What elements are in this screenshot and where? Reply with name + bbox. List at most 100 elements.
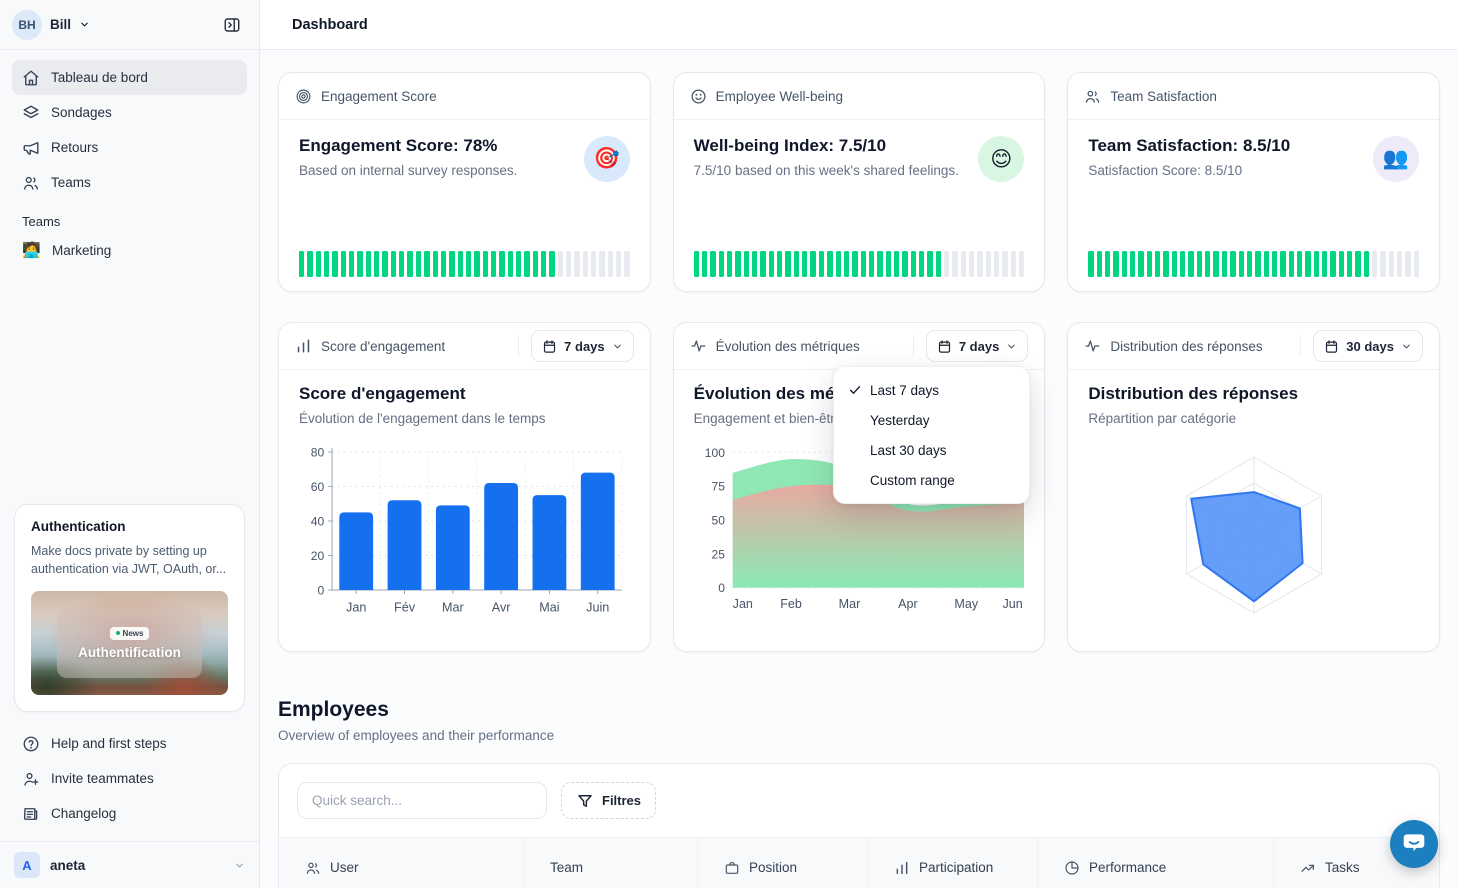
menu-item-yesterday[interactable]: Yesterday bbox=[834, 405, 1029, 435]
sidebar-item-teams[interactable]: Teams bbox=[12, 165, 247, 200]
svg-text:Avr: Avr bbox=[492, 600, 511, 614]
sidebar-item-label: Teams bbox=[51, 175, 91, 190]
sidebar: BH Bill Tableau de bord SondagesRetours Te… bbox=[0, 0, 260, 888]
column-header-user[interactable]: User bbox=[279, 838, 524, 888]
sidebar-team-marketing[interactable]: 🧑‍💻Marketing bbox=[12, 233, 247, 267]
sidebar-item-changelog[interactable]: Changelog bbox=[12, 796, 247, 831]
users-icon bbox=[1084, 88, 1101, 105]
chart-title: Distribution des réponses bbox=[1088, 384, 1419, 404]
topbar: Dashboard bbox=[260, 0, 1458, 50]
promo-card-authentication[interactable]: Authentication Make docs private by sett… bbox=[14, 504, 245, 713]
svg-text:Juin: Juin bbox=[586, 600, 609, 614]
chart-title: Score d'engagement bbox=[299, 384, 630, 404]
date-range-button[interactable]: 7 days bbox=[531, 330, 633, 362]
stat-subtitle: 7.5/10 based on this week's shared feeli… bbox=[694, 163, 959, 178]
column-header-participation[interactable]: Participation bbox=[868, 838, 1038, 888]
divider bbox=[913, 335, 914, 357]
sidebar-item-invite-teammates[interactable]: Invite teammates bbox=[12, 761, 247, 796]
workspace-avatar: A bbox=[14, 852, 40, 878]
sidebar-item-sondages[interactable]: Sondages bbox=[12, 95, 247, 130]
svg-text:Apr: Apr bbox=[898, 597, 918, 611]
svg-text:40: 40 bbox=[311, 514, 325, 528]
radar-chart bbox=[1088, 432, 1419, 643]
help-icon bbox=[22, 735, 40, 753]
stat-card-employee-well-being: Employee Well-being Well-being Index: 7.… bbox=[673, 72, 1046, 292]
svg-text:25: 25 bbox=[711, 547, 725, 561]
trending-up-icon bbox=[1300, 860, 1316, 876]
chevron-down-icon bbox=[612, 341, 623, 352]
employees-table-card: Filtres User TeamPositionParticipationPer… bbox=[278, 763, 1440, 888]
sidebar-item-retours[interactable]: Retours bbox=[12, 130, 247, 165]
badge-dot bbox=[116, 631, 120, 635]
card-header: Team Satisfaction bbox=[1068, 73, 1439, 120]
table-header-row: User TeamPositionParticipationPerformance… bbox=[279, 837, 1439, 888]
chevron-down-icon[interactable] bbox=[79, 19, 90, 30]
layers-icon bbox=[22, 104, 40, 122]
stat-subtitle: Based on internal survey responses. bbox=[299, 163, 517, 178]
promo-image: News Authentification bbox=[31, 591, 228, 695]
stat-cards-row: Engagement Score Engagement Score: 78% B… bbox=[278, 72, 1440, 292]
check-icon bbox=[848, 383, 870, 397]
svg-text:60: 60 bbox=[311, 480, 325, 494]
column-label: User bbox=[330, 860, 359, 875]
menu-item-last-30-days[interactable]: Last 30 days bbox=[834, 435, 1029, 465]
stat-card-engagement-score: Engagement Score Engagement Score: 78% B… bbox=[278, 72, 651, 292]
card-header-label: Score d'engagement bbox=[321, 339, 445, 354]
calendar-icon bbox=[937, 339, 952, 354]
stat-gauge bbox=[1088, 251, 1419, 277]
card-header: Distribution des réponses 30 days bbox=[1068, 323, 1439, 370]
card-header-label: Employee Well-being bbox=[716, 89, 843, 104]
stat-card-team-satisfaction: Team Satisfaction Team Satisfaction: 8.5… bbox=[1067, 72, 1440, 292]
column-header-performance[interactable]: Performance bbox=[1038, 838, 1274, 888]
sidebar-item-label: Tableau de bord bbox=[51, 70, 148, 85]
svg-text:Mar: Mar bbox=[442, 600, 464, 614]
stat-gauge bbox=[694, 251, 1025, 277]
card-header: Engagement Score bbox=[279, 73, 650, 120]
chat-launcher-button[interactable] bbox=[1390, 820, 1438, 868]
card-header: Employee Well-being bbox=[674, 73, 1045, 120]
sidebar-nav: Tableau de bord SondagesRetours Teams bbox=[0, 50, 259, 200]
column-header-team[interactable]: Team bbox=[524, 838, 698, 888]
chevron-down-icon bbox=[1006, 341, 1017, 352]
table-toolbar: Filtres bbox=[279, 764, 1439, 837]
sidebar-item-tableau-de-bord[interactable]: Tableau de bord bbox=[12, 60, 247, 95]
workspace-switcher[interactable]: A aneta bbox=[0, 842, 259, 888]
card-header-label: Engagement Score bbox=[321, 89, 437, 104]
stat-title: Well-being Index: 7.5/10 bbox=[694, 136, 959, 156]
pie-chart-icon bbox=[1064, 860, 1080, 876]
briefcase-icon bbox=[724, 860, 740, 876]
user-name[interactable]: Bill bbox=[50, 17, 71, 32]
workspace-name: aneta bbox=[50, 858, 85, 873]
teams-list: 🧑‍💻Marketing bbox=[0, 231, 259, 267]
user-avatar[interactable]: BH bbox=[12, 10, 42, 40]
svg-text:75: 75 bbox=[711, 480, 725, 494]
svg-text:Fév: Fév bbox=[394, 600, 416, 614]
card-header: Évolution des métriques 7 days bbox=[674, 323, 1045, 370]
date-range-button[interactable]: 7 days bbox=[926, 330, 1028, 362]
sidebar-footer-nav: Help and first steps Invite teammates Chan… bbox=[0, 720, 259, 835]
team-emoji: 🧑‍💻 bbox=[22, 241, 40, 259]
sidebar-item-label: Invite teammates bbox=[51, 771, 154, 786]
card-header-label: Évolution des métriques bbox=[716, 339, 860, 354]
card-header-label: Team Satisfaction bbox=[1110, 89, 1217, 104]
users-icon bbox=[305, 860, 321, 876]
menu-item-last-7-days[interactable]: Last 7 days bbox=[834, 375, 1029, 405]
stat-subtitle: Satisfaction Score: 8.5/10 bbox=[1088, 163, 1290, 178]
menu-item-label: Custom range bbox=[870, 473, 955, 488]
target-icon bbox=[295, 88, 312, 105]
svg-text:Jan: Jan bbox=[346, 600, 366, 614]
menu-item-label: Last 7 days bbox=[870, 383, 939, 398]
filters-button[interactable]: Filtres bbox=[561, 782, 656, 819]
svg-text:80: 80 bbox=[311, 445, 325, 459]
stat-title: Engagement Score: 78% bbox=[299, 136, 517, 156]
search-input[interactable] bbox=[297, 782, 547, 819]
svg-text:Mar: Mar bbox=[838, 597, 860, 611]
svg-text:Mai: Mai bbox=[539, 600, 559, 614]
sidebar-collapse-button[interactable] bbox=[217, 10, 247, 40]
column-header-position[interactable]: Position bbox=[698, 838, 868, 888]
svg-text:50: 50 bbox=[711, 513, 725, 527]
menu-item-custom-range[interactable]: Custom range bbox=[834, 465, 1029, 495]
sidebar-item-help-and-first-steps[interactable]: Help and first steps bbox=[12, 726, 247, 761]
date-range-button[interactable]: 30 days bbox=[1313, 330, 1423, 362]
promo-description: Make docs private by setting up authenti… bbox=[31, 542, 228, 580]
